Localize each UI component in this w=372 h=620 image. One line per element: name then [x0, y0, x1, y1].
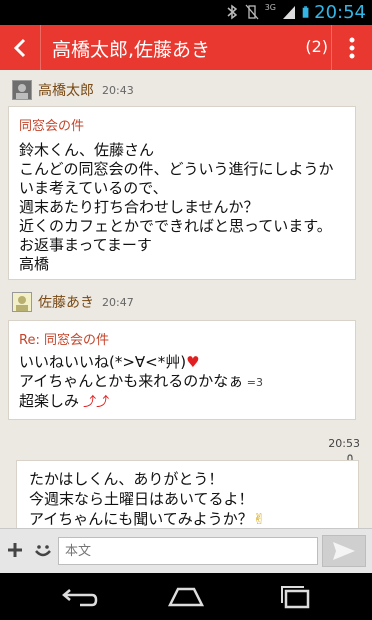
navigation-bar	[0, 573, 372, 620]
avatar[interactable]	[12, 292, 32, 312]
message-line: 週末あたり打ち合わせしませんか？	[19, 198, 259, 216]
nav-recents-button[interactable]	[276, 585, 316, 609]
message-body: いいねいいね(*>∀<*艸)♥ アイちゃんとかも来れるのかなぁ =3 超楽しみ …	[19, 353, 263, 412]
send-icon	[333, 542, 355, 560]
person-icon	[13, 81, 31, 99]
message-line: お返事まってまーす	[19, 236, 152, 254]
nav-back-button[interactable]	[58, 585, 98, 609]
message-line-wrap: 超楽しみ ⤴⤴	[19, 392, 263, 412]
emoticon-icon: =3	[243, 376, 263, 389]
message-line: アイちゃんとかも来れるのかなぁ	[19, 372, 244, 390]
back-button[interactable]	[0, 25, 41, 70]
message-time: 20:43	[102, 83, 134, 97]
send-button[interactable]	[322, 535, 366, 567]
add-attachment-button[interactable]	[4, 539, 26, 561]
message-line: いいねいいね(*>∀<*艸)	[19, 353, 187, 371]
chevron-left-icon	[13, 38, 26, 57]
message-body: たかはしくん、ありがとう！ 今週末なら土曜日はあいてるよ！ アイちゃんにも聞いて…	[29, 469, 265, 529]
message-line: いま考えているので、	[19, 179, 168, 197]
bluetooth-icon	[227, 4, 237, 20]
message-line: 近くのカフェとかでできればと思っています。	[19, 217, 332, 235]
message-card[interactable]: 同窓会の件 鈴木くん、佐藤さん こんどの同窓会の件、どういう進行にしようか いま…	[8, 106, 356, 280]
message-line-wrap: アイちゃんとかも来れるのかなぁ =3	[19, 372, 263, 392]
person-icon	[13, 293, 31, 311]
conversation-title: 高橋太郎,佐藤あき	[52, 39, 211, 61]
more-vertical-icon	[349, 37, 355, 58]
sender-name: 高橋太郎	[38, 83, 94, 99]
message-time: 20:53	[328, 437, 360, 450]
message-line: たかはしくん、ありがとう！	[29, 470, 224, 488]
sender-name: 佐藤あき	[38, 295, 94, 311]
message-body: 鈴木くん、佐藤さん こんどの同窓会の件、どういう進行にしようか いま考えているの…	[19, 141, 334, 274]
network-type: 3G	[264, 2, 276, 12]
clock: 20:54	[314, 2, 366, 23]
emoji-button[interactable]	[32, 539, 54, 561]
back-arrow-icon	[62, 589, 98, 607]
message-line-wrap: いいねいいね(*>∀<*艸)♥	[19, 353, 263, 372]
message-subject: 同窓会の件	[19, 119, 85, 134]
message-input[interactable]	[58, 537, 318, 565]
status-bar: 3G 20:54	[0, 0, 372, 25]
heart-icon: ♥	[186, 353, 200, 371]
vibrate-icon	[245, 4, 259, 20]
overflow-menu-button[interactable]	[331, 25, 372, 70]
message-line: 高橋	[19, 255, 50, 273]
message-header: 佐藤あき 20:47	[12, 292, 134, 312]
smiley-icon	[35, 545, 51, 557]
arrow-up-icon: ⤴⤴	[79, 395, 110, 410]
message-card[interactable]: Re: 同窓会の件 いいねいいね(*>∀<*艸)♥ アイちゃんとかも来れるのかな…	[8, 320, 356, 420]
message-subject: Re: 同窓会の件	[19, 333, 109, 348]
composer-bar	[0, 528, 372, 574]
message-line: 鈴木くん、佐藤さん	[19, 141, 155, 159]
avatar[interactable]	[12, 80, 32, 100]
battery-icon	[302, 6, 309, 18]
message-header: 高橋太郎 20:43	[12, 80, 134, 100]
message-line: アイちゃんにも聞いてみようか？	[29, 510, 253, 528]
nav-home-button[interactable]	[166, 585, 206, 609]
plus-icon	[8, 543, 22, 557]
message-line-wrap: アイちゃんにも聞いてみようか？✌	[29, 509, 265, 529]
peace-hand-icon: ✌	[252, 510, 266, 528]
home-icon	[167, 587, 205, 607]
message-line: 今週末なら土曜日はあいてるよ！	[29, 490, 254, 508]
action-bar: 高橋太郎,佐藤あき (2)	[0, 25, 372, 70]
participant-count[interactable]: (2)	[305, 37, 328, 56]
recent-apps-icon	[281, 586, 310, 609]
message-card-own[interactable]: たかはしくん、ありがとう！ 今週末なら土曜日はあいてるよ！ アイちゃんにも聞いて…	[16, 460, 359, 530]
message-line: 超楽しみ	[19, 392, 80, 410]
signal-icon	[283, 6, 295, 19]
message-line: こんどの同窓会の件、どういう進行にしようか	[19, 160, 334, 178]
message-time: 20:47	[102, 295, 134, 309]
